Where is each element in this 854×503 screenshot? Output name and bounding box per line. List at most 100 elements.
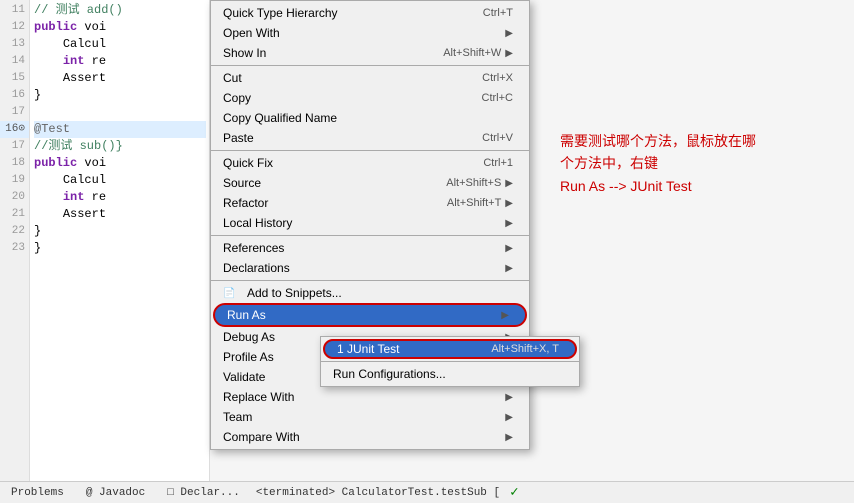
line-num-22: 20: [0, 189, 29, 206]
menu-label-quick-fix: Quick Fix: [223, 156, 273, 170]
menu-item-source[interactable]: Source Alt+Shift+S ▶: [211, 173, 529, 193]
menu-label-run-as: Run As: [227, 308, 266, 322]
menu-item-quick-fix[interactable]: Quick Fix Ctrl+1: [211, 153, 529, 173]
code-line-22: int re: [34, 189, 206, 206]
menu-label-profile-as: Profile As: [223, 350, 274, 364]
menu-item-run-as[interactable]: Run As ▶: [213, 303, 527, 327]
arrow-open-with: ▶: [505, 28, 513, 39]
arrow-show-in: ▶: [505, 48, 513, 59]
annotation-line1: 需要测试哪个方法，鼠标放在哪: [560, 133, 756, 149]
line-num-19: 17: [0, 138, 29, 155]
line-num-23: 21: [0, 206, 29, 223]
submenu-item-run-configurations[interactable]: Run Configurations...: [321, 364, 579, 384]
menu-item-copy-qualified-name[interactable]: Copy Qualified Name: [211, 108, 529, 128]
line-num-14: 14: [0, 53, 29, 70]
line-num-12: 12: [0, 19, 29, 36]
code-line-12: public voi: [34, 19, 206, 36]
run-as-submenu: 1 JUnit Test Alt+Shift+X, T Run Configur…: [320, 336, 580, 387]
code-line-24: }: [34, 223, 206, 240]
arrow-source: ▶: [505, 178, 513, 189]
menu-item-paste[interactable]: Paste Ctrl+V: [211, 128, 529, 148]
tab-problems[interactable]: Problems: [5, 485, 70, 501]
menu-label-open-with: Open With: [223, 26, 280, 40]
menu-shortcut-quick-type-hierarchy: Ctrl+T: [483, 7, 513, 19]
line-numbers: 11 12 13 14 15 16 17 16⊙ 17 18 19 20 21 …: [0, 0, 30, 503]
menu-label-references: References: [223, 241, 284, 255]
submenu-label-junit-test: 1 JUnit Test: [337, 342, 399, 356]
menu-item-open-with[interactable]: Open With ▶: [211, 23, 529, 43]
code-line-16: }: [34, 87, 206, 104]
menu-label-cut: Cut: [223, 71, 242, 85]
menu-item-replace-with[interactable]: Replace With ▶: [211, 387, 529, 407]
menu-item-add-to-snippets[interactable]: 📄 Add to Snippets...: [211, 283, 529, 303]
menu-shortcut-copy: Ctrl+C: [482, 92, 513, 104]
annotation-text: 需要测试哪个方法，鼠标放在哪 个方法中，右键 Run As --> JUnit …: [560, 130, 844, 197]
menu-item-cut[interactable]: Cut Ctrl+X: [211, 68, 529, 88]
separator-1: [211, 65, 529, 66]
arrow-local-history: ▶: [505, 218, 513, 229]
code-line-15: Assert: [34, 70, 206, 87]
menu-item-references[interactable]: References ▶: [211, 238, 529, 258]
tab-declar[interactable]: □ Declar...: [161, 485, 246, 501]
line-num-13: 13: [0, 36, 29, 53]
menu-shortcut-show-in: Alt+Shift+W: [443, 47, 501, 59]
line-num-18: 16⊙: [0, 121, 29, 138]
submenu-item-junit-test[interactable]: 1 JUnit Test Alt+Shift+X, T: [323, 339, 577, 359]
separator-2: [211, 150, 529, 151]
menu-label-team: Team: [223, 410, 252, 424]
line-num-24: 22: [0, 223, 29, 240]
tab-javadoc[interactable]: @ Javadoc: [80, 485, 151, 501]
code-line-18: @Test: [34, 121, 206, 138]
status-text: <terminated> CalculatorTest.testSub [: [256, 487, 500, 499]
menu-item-refactor[interactable]: Refactor Alt+Shift+T ▶: [211, 193, 529, 213]
arrow-refactor: ▶: [505, 198, 513, 209]
code-editor[interactable]: // 测试 add() public voi Calcul int re Ass…: [30, 0, 210, 503]
menu-label-debug-as: Debug As: [223, 330, 275, 344]
snippets-icon: 📄: [223, 288, 239, 299]
menu-label-quick-type-hierarchy: Quick Type Hierarchy: [223, 6, 338, 20]
arrow-replace-with: ▶: [505, 392, 513, 403]
menu-item-quick-type-hierarchy[interactable]: Quick Type Hierarchy Ctrl+T: [211, 3, 529, 23]
menu-label-show-in: Show In: [223, 46, 266, 60]
menu-shortcut-paste: Ctrl+V: [482, 132, 513, 144]
submenu-separator-1: [321, 361, 579, 362]
submenu-shortcut-junit-test: Alt+Shift+X, T: [491, 343, 559, 355]
code-line-14: int re: [34, 53, 206, 70]
separator-3: [211, 235, 529, 236]
submenu-label-run-configurations: Run Configurations...: [333, 367, 446, 381]
code-line-13: Calcul: [34, 36, 206, 53]
menu-item-declarations[interactable]: Declarations ▶: [211, 258, 529, 278]
line-num-25: 23: [0, 240, 29, 257]
menu-label-local-history: Local History: [223, 216, 292, 230]
arrow-team: ▶: [505, 412, 513, 423]
menu-item-team[interactable]: Team ▶: [211, 407, 529, 427]
annotation-line3: Run As --> JUnit Test: [560, 178, 692, 194]
line-num-17: 17: [0, 104, 29, 121]
menu-item-copy[interactable]: Copy Ctrl+C: [211, 88, 529, 108]
code-line-19: //测试 sub()}: [34, 138, 206, 155]
menu-label-copy: Copy: [223, 91, 251, 105]
menu-shortcut-quick-fix: Ctrl+1: [483, 157, 513, 169]
menu-shortcut-refactor: Alt+Shift+T: [447, 197, 501, 209]
code-line-17: [34, 104, 206, 121]
menu-item-local-history[interactable]: Local History ▶: [211, 213, 529, 233]
green-check-icon: ✓: [510, 484, 518, 501]
line-num-15: 15: [0, 70, 29, 87]
menu-item-show-in[interactable]: Show In Alt+Shift+W ▶: [211, 43, 529, 63]
arrow-references: ▶: [505, 243, 513, 254]
menu-shortcut-source: Alt+Shift+S: [446, 177, 501, 189]
code-line-25: }: [34, 240, 206, 257]
menu-item-compare-with[interactable]: Compare With ▶: [211, 427, 529, 447]
menu-label-source: Source: [223, 176, 261, 190]
menu-label-declarations: Declarations: [223, 261, 290, 275]
menu-label-refactor: Refactor: [223, 196, 268, 210]
line-num-20: 18: [0, 155, 29, 172]
menu-label-replace-with: Replace With: [223, 390, 294, 404]
arrow-declarations: ▶: [505, 263, 513, 274]
menu-label-compare-with: Compare With: [223, 430, 300, 444]
annotation-area: 需要测试哪个方法，鼠标放在哪 个方法中，右键 Run As --> JUnit …: [550, 0, 854, 503]
code-line-20: public voi: [34, 155, 206, 172]
code-line-11: // 测试 add(): [34, 2, 206, 19]
menu-shortcut-cut: Ctrl+X: [482, 72, 513, 84]
annotation-line2: 个方法中，右键: [560, 155, 658, 171]
